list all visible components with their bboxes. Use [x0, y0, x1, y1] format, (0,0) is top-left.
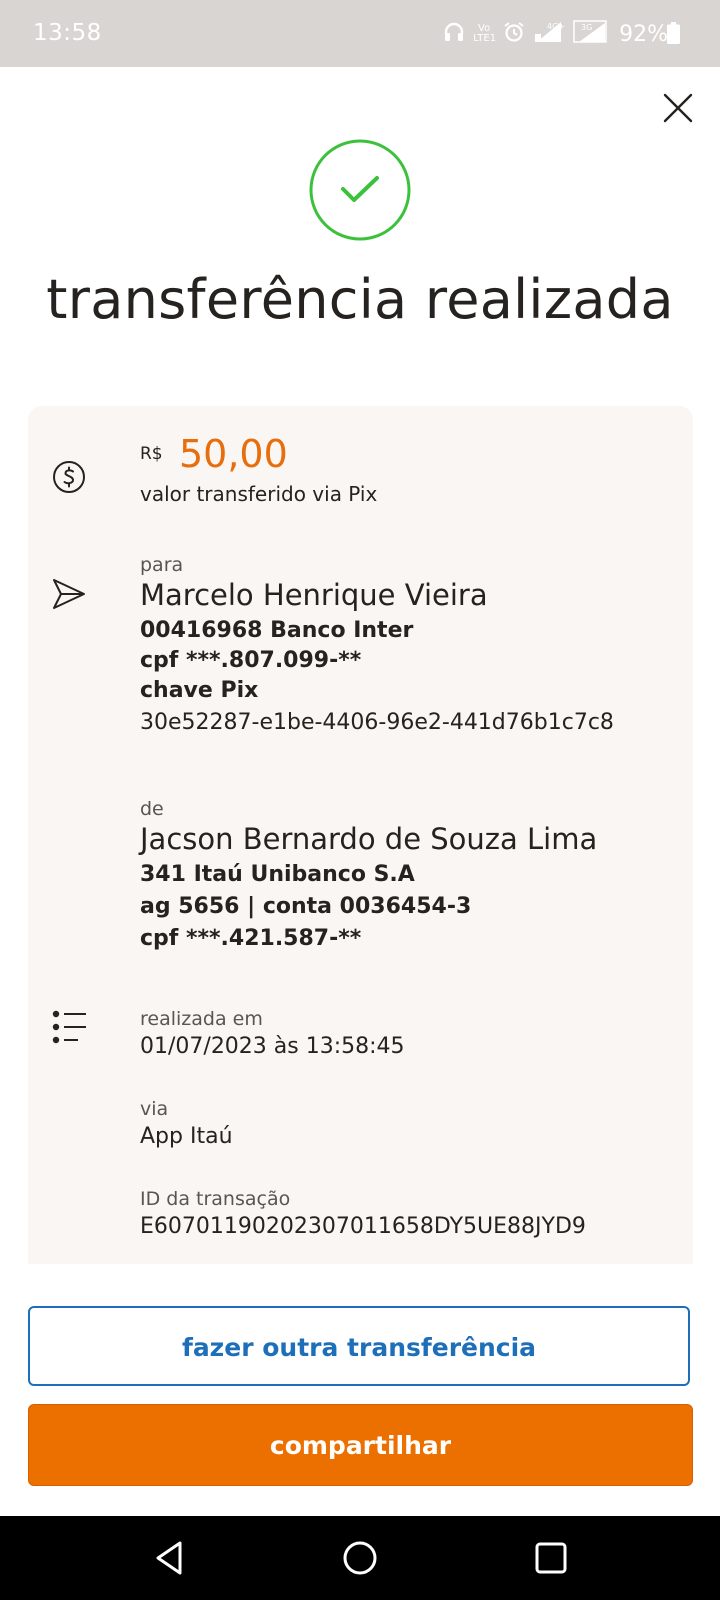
to-label: para — [140, 554, 184, 576]
transaction-id-value: E60701190202307011658DY5UE88JYD9 — [140, 1214, 586, 1239]
pix-key-value: 30e52287-e1be-4406-96e2-441d76b1c7c8 — [140, 710, 614, 735]
recipient-name: Marcelo Henrique Vieira — [140, 578, 488, 612]
status-icons: Vo LTE1 4G+ 3G 92% — [443, 20, 668, 48]
recipient-cpf: cpf ***.807.099-** — [140, 648, 362, 673]
date-label: realizada em — [140, 1008, 263, 1030]
status-time: 13:58 — [33, 20, 102, 46]
amount-value: 50,00 — [179, 432, 288, 476]
alarm-icon — [503, 21, 525, 47]
navigation-bar — [0, 1516, 720, 1600]
sender-cpf: cpf ***.421.587-** — [140, 926, 362, 951]
another-transfer-button[interactable]: fazer outra transferência — [28, 1306, 690, 1386]
dollar-icon — [53, 461, 85, 493]
battery-percentage: 92% — [619, 21, 668, 47]
home-icon[interactable] — [340, 1538, 380, 1578]
recents-icon[interactable] — [531, 1538, 571, 1578]
sender-bank: 341 Itaú Unibanco S.A — [140, 862, 415, 887]
transaction-id-label: ID da transação — [140, 1188, 291, 1210]
signal-3g-icon: 3G — [573, 20, 609, 48]
date-value: 01/07/2023 às 13:58:45 — [140, 1034, 405, 1059]
sender-name: Jacson Bernardo de Souza Lima — [140, 822, 598, 856]
send-icon — [53, 579, 85, 609]
via-label: via — [140, 1098, 169, 1120]
check-circle-icon — [309, 139, 411, 241]
svg-text:4G+: 4G+ — [547, 22, 565, 31]
from-label: de — [140, 798, 164, 820]
back-icon[interactable] — [150, 1538, 190, 1578]
via-value: App Itaú — [140, 1124, 233, 1149]
recipient-bank: 00416968 Banco Inter — [140, 618, 414, 643]
volte-icon: Vo LTE1 — [473, 23, 497, 44]
currency-symbol: R$ — [140, 444, 163, 464]
receipt-card: R$ 50,00 valor transferido via Pix para … — [28, 406, 693, 1264]
signal-4g-icon: 4G+ — [533, 20, 565, 48]
page-title: transferência realizada — [46, 268, 674, 331]
headset-icon — [443, 22, 465, 46]
amount-label: valor transferido via Pix — [140, 482, 378, 506]
pix-key-label: chave Pix — [140, 678, 259, 703]
close-button[interactable] — [661, 91, 695, 125]
sender-account: ag 5656 | conta 0036454-3 — [140, 894, 472, 919]
close-icon — [663, 93, 693, 123]
battery-icon — [667, 22, 680, 44]
list-icon — [52, 1010, 86, 1044]
svg-text:3G: 3G — [581, 23, 592, 32]
status-bar: 13:58 Vo LTE1 4G+ 3G 92% — [0, 0, 720, 67]
share-button[interactable]: compartilhar — [28, 1404, 693, 1486]
